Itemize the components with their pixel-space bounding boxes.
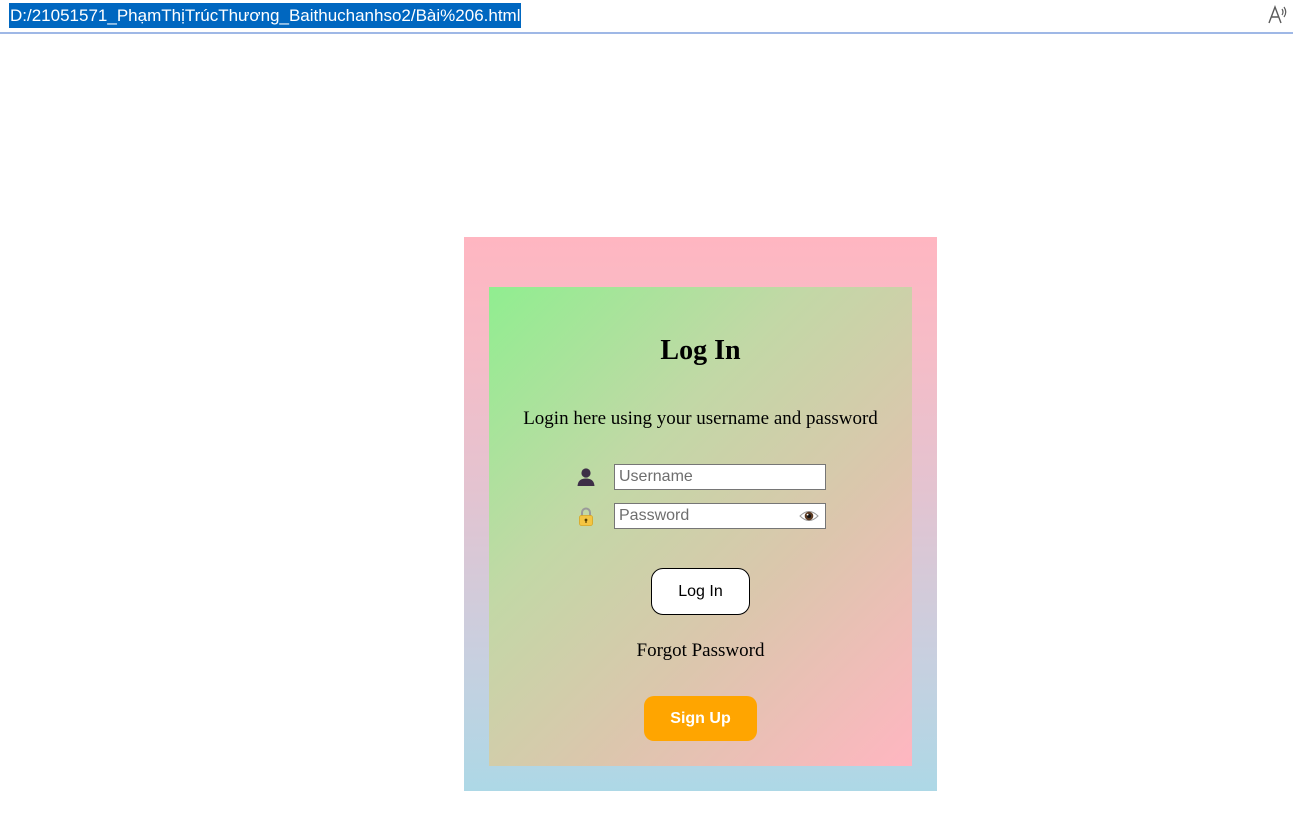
eye-icon[interactable] (799, 508, 819, 524)
address-url[interactable]: D:/21051571_PhạmThịTrúcThương_Baithuchan… (9, 3, 522, 28)
signup-button[interactable]: Sign Up (644, 696, 757, 741)
login-subtitle: Login here using your username and passw… (523, 408, 878, 429)
browser-address-bar[interactable]: D:/21051571_PhạmThịTrúcThương_Baithuchan… (0, 0, 1293, 34)
username-row (575, 464, 835, 490)
forgot-password-link[interactable]: Forgot Password (489, 640, 912, 662)
login-button[interactable]: Log In (651, 568, 750, 615)
login-outer-panel: Log In Login here using your username an… (464, 237, 937, 791)
lock-icon (575, 505, 597, 527)
login-form-card: Log In Login here using your username an… (489, 287, 912, 766)
password-row (575, 503, 835, 529)
username-input[interactable] (614, 464, 826, 490)
user-icon (575, 466, 597, 488)
login-title: Log In (660, 335, 741, 366)
password-input[interactable] (614, 503, 826, 529)
read-aloud-icon[interactable] (1267, 4, 1289, 26)
